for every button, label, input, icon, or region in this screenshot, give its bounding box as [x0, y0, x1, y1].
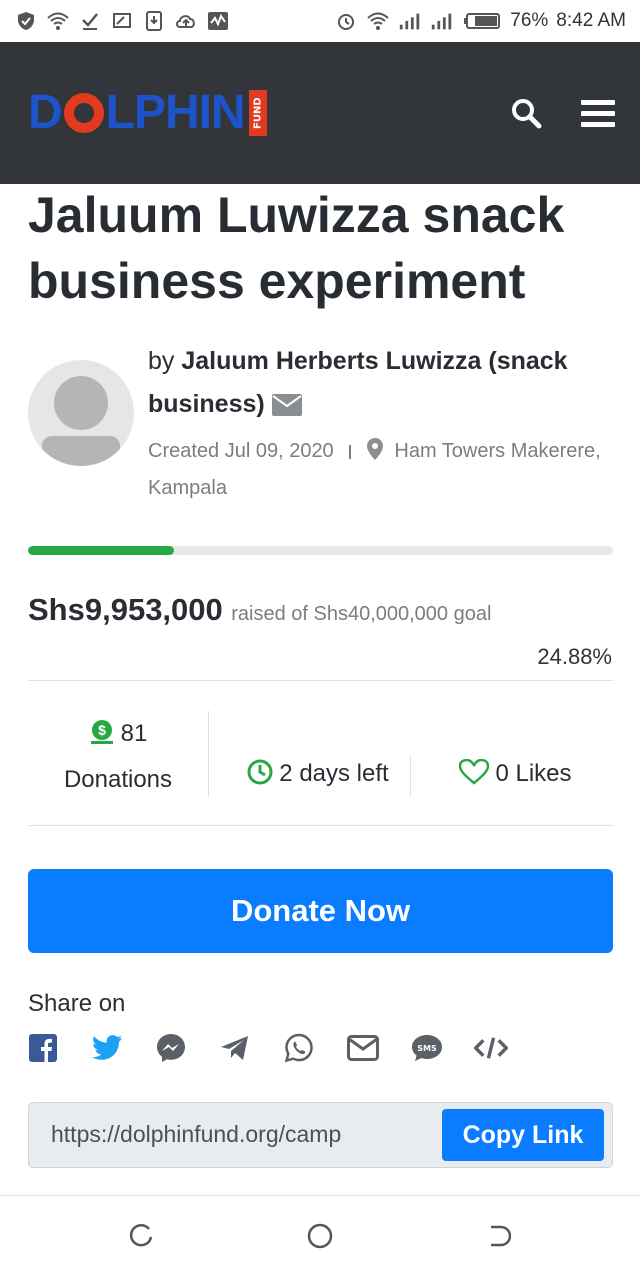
svg-text:SMS: SMS — [417, 1044, 437, 1053]
likes-stat[interactable]: 0 Likes — [418, 758, 613, 792]
clock: 8:42 AM — [556, 10, 626, 31]
logo-dolphin-icon — [63, 93, 104, 133]
days-left-stat: 2 days left — [218, 759, 418, 792]
author-info: by Jaluum Herberts Luwizza (snack busine… — [148, 340, 618, 505]
embed-code-icon[interactable] — [474, 1031, 508, 1065]
search-icon[interactable] — [508, 95, 544, 131]
home-icon[interactable] — [306, 1222, 334, 1250]
donations-stat[interactable]: $ 81 Donations — [28, 713, 208, 801]
funded-percent: 24.88% — [537, 644, 612, 669]
by-line: by Jaluum Herberts Luwizza (snack busine… — [148, 340, 618, 430]
logo-wordmark: D LPHIN — [28, 86, 246, 139]
save-icon — [142, 10, 166, 32]
cast-icon — [110, 10, 134, 32]
share-label: Share on — [28, 990, 126, 1017]
logo-fund-badge: FUND — [248, 90, 267, 136]
battery-percent: 76% — [510, 10, 549, 31]
signal-icon — [398, 10, 422, 32]
status-icons-left — [14, 10, 230, 32]
donations-count: 81 — [120, 720, 148, 747]
twitter-icon[interactable] — [90, 1031, 124, 1065]
stat-divider — [410, 755, 411, 797]
location-pin-icon — [366, 437, 383, 471]
shield-icon — [14, 10, 38, 32]
whatsapp-icon[interactable] — [282, 1031, 316, 1065]
funding-progress-fill — [28, 546, 174, 555]
header-actions — [508, 95, 616, 131]
back-icon[interactable] — [484, 1222, 512, 1250]
created-date: Created Jul 09, 2020 — [148, 440, 334, 462]
campaign-author-block: by Jaluum Herberts Luwizza (snack busine… — [28, 340, 618, 499]
by-prefix: by — [148, 347, 175, 375]
meta-separator — [349, 444, 352, 459]
stat-divider — [208, 711, 209, 797]
likes-count: 0 Likes — [495, 760, 572, 787]
download-done-icon — [78, 10, 102, 32]
donate-now-button[interactable]: Donate Now — [28, 869, 613, 953]
sms-icon[interactable]: SMS — [410, 1031, 444, 1065]
avatar-head — [54, 376, 108, 430]
wifi-question-icon — [46, 10, 70, 32]
messenger-icon[interactable] — [154, 1031, 188, 1065]
wifi-icon — [366, 10, 390, 32]
funding-progress-bar — [28, 546, 613, 555]
cloud-upload-icon — [174, 10, 198, 32]
signal-2-icon — [430, 10, 454, 32]
heart-icon[interactable] — [459, 758, 490, 792]
logo-letters: LPHIN — [105, 86, 246, 139]
battery-icon — [462, 10, 502, 32]
email-icon[interactable] — [346, 1031, 380, 1065]
app-header: D LPHIN FUND — [0, 42, 640, 184]
alarm-icon — [334, 10, 358, 32]
author-name[interactable]: Jaluum Herberts Luwizza (snack business) — [148, 347, 568, 418]
hamburger-menu-icon[interactable] — [580, 95, 616, 131]
activity-icon — [206, 10, 230, 32]
donations-label: Donations — [63, 766, 173, 793]
share-icons: SMS — [26, 1030, 526, 1066]
dolphin-fund-logo[interactable]: D LPHIN FUND — [28, 83, 267, 143]
share-link-box: https://dolphinfund.org/camp Copy Link — [28, 1102, 613, 1168]
campaign-stats: $ 81 Donations 2 days left 0 Likes — [28, 680, 613, 826]
copy-link-button[interactable]: Copy Link — [442, 1109, 604, 1161]
clock-icon — [247, 759, 273, 792]
envelope-icon[interactable] — [271, 387, 302, 430]
svg-text:$: $ — [98, 722, 106, 738]
system-nav-bar — [0, 1196, 640, 1280]
campaign-title: Jaluum Luwizza snack business experiment — [28, 187, 565, 309]
facebook-icon[interactable] — [26, 1031, 60, 1065]
days-left: 2 days left — [279, 760, 389, 787]
logo-letter-d: D — [28, 86, 63, 139]
avatar-body — [42, 436, 120, 466]
raised-goal: raised of Shs40,000,000 goal — [231, 603, 492, 625]
recent-apps-icon[interactable] — [128, 1222, 156, 1250]
money-icon: $ — [89, 717, 115, 759]
status-icons-right: 76% 8:42 AM — [334, 10, 626, 32]
share-link-input[interactable]: https://dolphinfund.org/camp — [51, 1121, 441, 1148]
raised-summary: Shs9,953,000 raised of Shs40,000,000 goa… — [28, 592, 618, 628]
raised-amount: Shs9,953,000 — [28, 592, 223, 627]
avatar[interactable] — [28, 360, 134, 466]
telegram-icon[interactable] — [218, 1031, 252, 1065]
campaign-meta: Created Jul 09, 2020 Ham Towers Makerere… — [148, 434, 618, 505]
status-bar: 76% 8:42 AM — [0, 0, 640, 42]
